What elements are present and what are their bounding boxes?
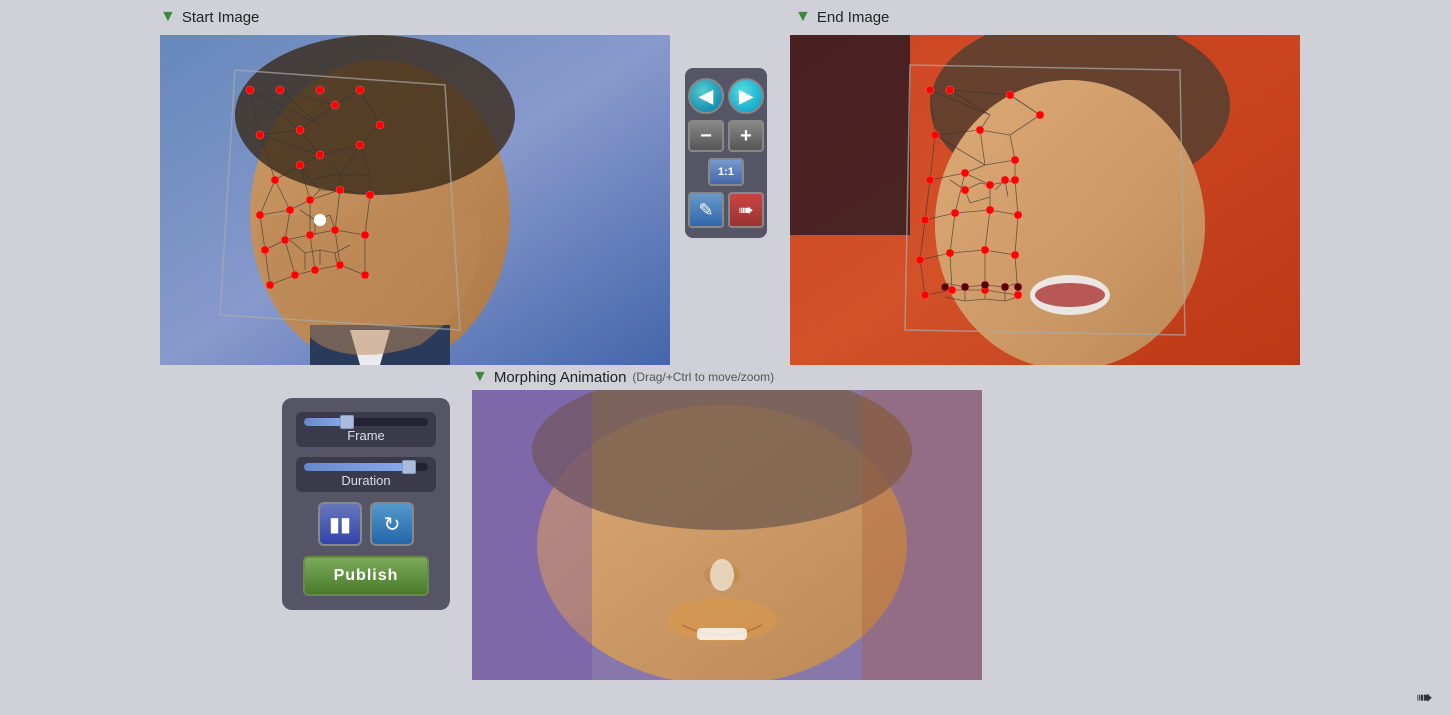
cursor-indicator: ➠ — [1416, 685, 1433, 710]
frame-slider-thumb[interactable] — [340, 415, 354, 429]
morphing-animation-label: ▼ Morphing Animation (Drag/+Ctrl to move… — [472, 368, 774, 386]
playback-buttons: ▮▮ ↻ — [318, 502, 414, 546]
morphing-animation-panel[interactable] — [472, 390, 982, 680]
zoom-in-button[interactable]: + — [728, 120, 764, 152]
start-image-label: ▼ Start Image — [160, 8, 259, 26]
arrow-tool-button[interactable]: ➠ — [728, 192, 764, 228]
end-face-canvas[interactable] — [790, 35, 1300, 365]
one-to-one-button[interactable]: 1:1 — [708, 158, 744, 186]
start-image-svg — [160, 35, 670, 365]
frame-slider-track[interactable] — [304, 418, 428, 426]
duration-slider-thumb[interactable] — [402, 460, 416, 474]
prev-button[interactable]: ◀ — [688, 78, 724, 114]
zoom-row: − + — [688, 120, 764, 152]
morph-preview-svg — [472, 390, 982, 680]
end-image-panel — [790, 35, 1300, 365]
start-face-canvas[interactable] — [160, 35, 670, 365]
end-image-svg — [790, 35, 1300, 365]
duration-label: Duration — [304, 473, 428, 488]
publish-button[interactable]: Publish — [303, 556, 429, 596]
end-pin-icon: ▼ — [795, 8, 811, 26]
end-image-label: ▼ End Image — [795, 8, 889, 26]
frame-slider-group: Frame — [296, 412, 436, 447]
start-image-panel — [160, 35, 670, 365]
duration-slider-fill — [304, 463, 409, 471]
refresh-button[interactable]: ↻ — [370, 502, 414, 546]
animation-control-panel: Frame Duration ▮▮ ↻ Publish — [282, 398, 450, 610]
duration-slider-track[interactable] — [304, 463, 428, 471]
pause-button[interactable]: ▮▮ — [318, 502, 362, 546]
tool-row: ✎ ➠ — [688, 192, 764, 228]
center-control-panel: ◀ ▶ − + 1:1 ✎ ➠ — [685, 68, 767, 238]
morph-pin-icon: ▼ — [472, 368, 488, 386]
navigation-row: ◀ ▶ — [688, 78, 764, 114]
frame-label: Frame — [304, 428, 428, 443]
zoom-out-button[interactable]: − — [688, 120, 724, 152]
ratio-row: 1:1 — [708, 158, 744, 186]
next-button[interactable]: ▶ — [728, 78, 764, 114]
start-pin-icon: ▼ — [160, 8, 176, 26]
pencil-tool-button[interactable]: ✎ — [688, 192, 724, 228]
duration-slider-group: Duration — [296, 457, 436, 492]
